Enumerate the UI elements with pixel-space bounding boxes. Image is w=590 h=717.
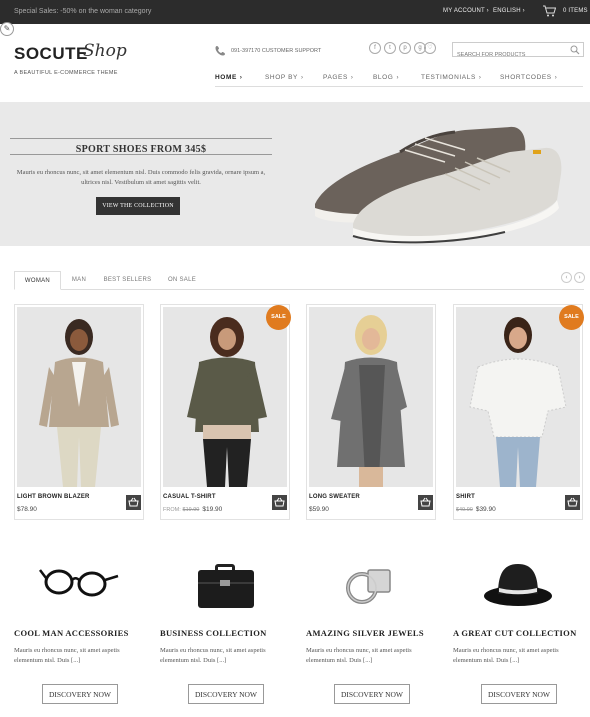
language-selector[interactable]: ENGLISH › <box>493 8 525 14</box>
briefcase-icon <box>198 564 254 608</box>
cart-count[interactable]: 0 ITEMS <box>563 8 588 14</box>
phone-icon <box>215 46 225 56</box>
nav-item-shop-by[interactable]: SHOP BY › <box>265 74 304 81</box>
promo-text: Special Sales: -50% on the woman categor… <box>14 8 152 15</box>
product-name[interactable]: SHIRT <box>456 494 475 500</box>
chevron-left-icon[interactable]: ‹ <box>561 272 572 283</box>
divider <box>10 154 272 155</box>
product-image[interactable] <box>17 307 141 487</box>
feature-text: Mauris eu rhoncus nunc, sit amet aspetis… <box>453 647 559 664</box>
product-image[interactable] <box>309 307 433 487</box>
tab-best-sellers[interactable]: BEST SELLERS <box>100 271 155 290</box>
product-image[interactable] <box>163 307 287 487</box>
nav-item-blog[interactable]: BLOG › <box>373 74 399 81</box>
my-account-link[interactable]: MY ACCOUNT › <box>443 8 489 14</box>
product-tabs: WOMAN MAN BEST SELLERS ON SALE <box>14 271 584 290</box>
tagline: A BEAUTIFUL E-COMMERCE THEME <box>14 70 118 76</box>
sneakers-image <box>315 126 562 244</box>
feature-title: BUSINESS COLLECTION <box>160 628 267 638</box>
basket-icon[interactable] <box>565 495 580 510</box>
feature-title: AMAZING SILVER JEWELS <box>306 628 424 638</box>
tab-man[interactable]: MAN <box>64 271 94 290</box>
chevron-right-icon: › <box>554 75 558 81</box>
logo[interactable]: SOCUTE <box>14 44 88 64</box>
hero-text: Mauris eu rhoncus nunc, sit amet element… <box>16 169 266 186</box>
discovery-now-button[interactable]: DISCOVERY NOW <box>334 684 410 704</box>
nav-item-shortcodes[interactable]: SHORTCODES › <box>500 74 557 81</box>
hero-banner: SPORT SHOES FROM 345$ Mauris eu rhoncus … <box>0 102 590 246</box>
pinterest-icon[interactable]: p <box>399 42 411 54</box>
feature-title: COOL MAN ACCESSORIES <box>14 628 129 638</box>
feature-text: Mauris eu rhoncus nunc, sit amet aspetis… <box>160 647 266 664</box>
search-box <box>452 42 584 62</box>
feature-title: A GREAT CUT COLLECTION <box>453 628 577 638</box>
hat-icon <box>484 564 552 606</box>
tab-on-sale[interactable]: ON SALE <box>162 271 202 290</box>
chevron-right-icon[interactable]: › <box>574 272 585 283</box>
chevron-right-icon: › <box>350 75 354 81</box>
divider <box>10 138 272 139</box>
support-text: 091-397170 CUSTOMER SUPPORT <box>231 48 322 54</box>
feature-text: Mauris eu rhoncus nunc, sit amet aspetis… <box>306 647 412 664</box>
discovery-now-button[interactable]: DISCOVERY NOW <box>42 684 118 704</box>
chevron-right-icon: › <box>300 75 304 81</box>
search-input[interactable] <box>453 48 563 62</box>
product-price: $78.90 <box>17 506 37 513</box>
product-card[interactable]: SHIRT $49.90 $39.90 <box>453 304 583 520</box>
product-price: FROM: $19.90 $19.90 <box>163 506 223 513</box>
search-icon[interactable] <box>570 45 580 55</box>
product-card[interactable]: CASUAL T-SHIRT FROM: $19.90 $19.90 <box>160 304 290 520</box>
product-name[interactable]: LONG SWEATER <box>309 494 360 500</box>
wishlist-icon[interactable]: ♡ <box>424 42 436 54</box>
discovery-now-button[interactable]: DISCOVERY NOW <box>188 684 264 704</box>
twitter-icon[interactable]: t <box>384 42 396 54</box>
chevron-right-icon: › <box>396 75 400 81</box>
product-card[interactable]: LIGHT BROWN BLAZER $78.90 <box>14 304 144 520</box>
bracelet-icon <box>346 569 391 604</box>
sale-badge: SALE <box>266 305 291 330</box>
nav-item-testimonials[interactable]: TESTIMONIALS › <box>421 74 481 81</box>
discovery-now-button[interactable]: DISCOVERY NOW <box>481 684 557 704</box>
product-image[interactable] <box>456 307 580 487</box>
product-card[interactable]: LONG SWEATER $59.90 <box>306 304 436 520</box>
product-price: $59.90 <box>309 506 329 513</box>
basket-icon[interactable] <box>126 495 141 510</box>
basket-icon[interactable] <box>272 495 287 510</box>
feature-text: Mauris eu rhoncus nunc, sit amet aspetis… <box>14 647 120 664</box>
basket-icon[interactable] <box>418 495 433 510</box>
product-name[interactable]: LIGHT BROWN BLAZER <box>17 494 90 500</box>
nav-item-pages[interactable]: PAGES › <box>323 74 354 81</box>
chevron-right-icon: › <box>239 75 243 81</box>
nav-item-home[interactable]: HOME › <box>215 74 243 81</box>
product-name[interactable]: CASUAL T-SHIRT <box>163 494 216 500</box>
chevron-right-icon: › <box>478 75 482 81</box>
sale-badge: SALE <box>559 305 584 330</box>
pencil-icon[interactable]: ✎ <box>0 22 14 36</box>
top-bar: Special Sales: -50% on the woman categor… <box>0 0 590 24</box>
facebook-icon[interactable]: f <box>369 42 381 54</box>
cart-icon[interactable] <box>542 5 556 17</box>
glasses-icon <box>39 569 119 597</box>
logo-script[interactable]: Shop <box>83 41 127 61</box>
view-collection-button[interactable]: VIEW THE COLLECTION <box>96 197 180 215</box>
tab-woman[interactable]: WOMAN <box>14 271 61 290</box>
main-nav: HOME › SHOP BY › PAGES › BLOG › TESTIMONIALS… <box>215 67 583 87</box>
product-price: $49.90 $39.90 <box>456 506 496 513</box>
